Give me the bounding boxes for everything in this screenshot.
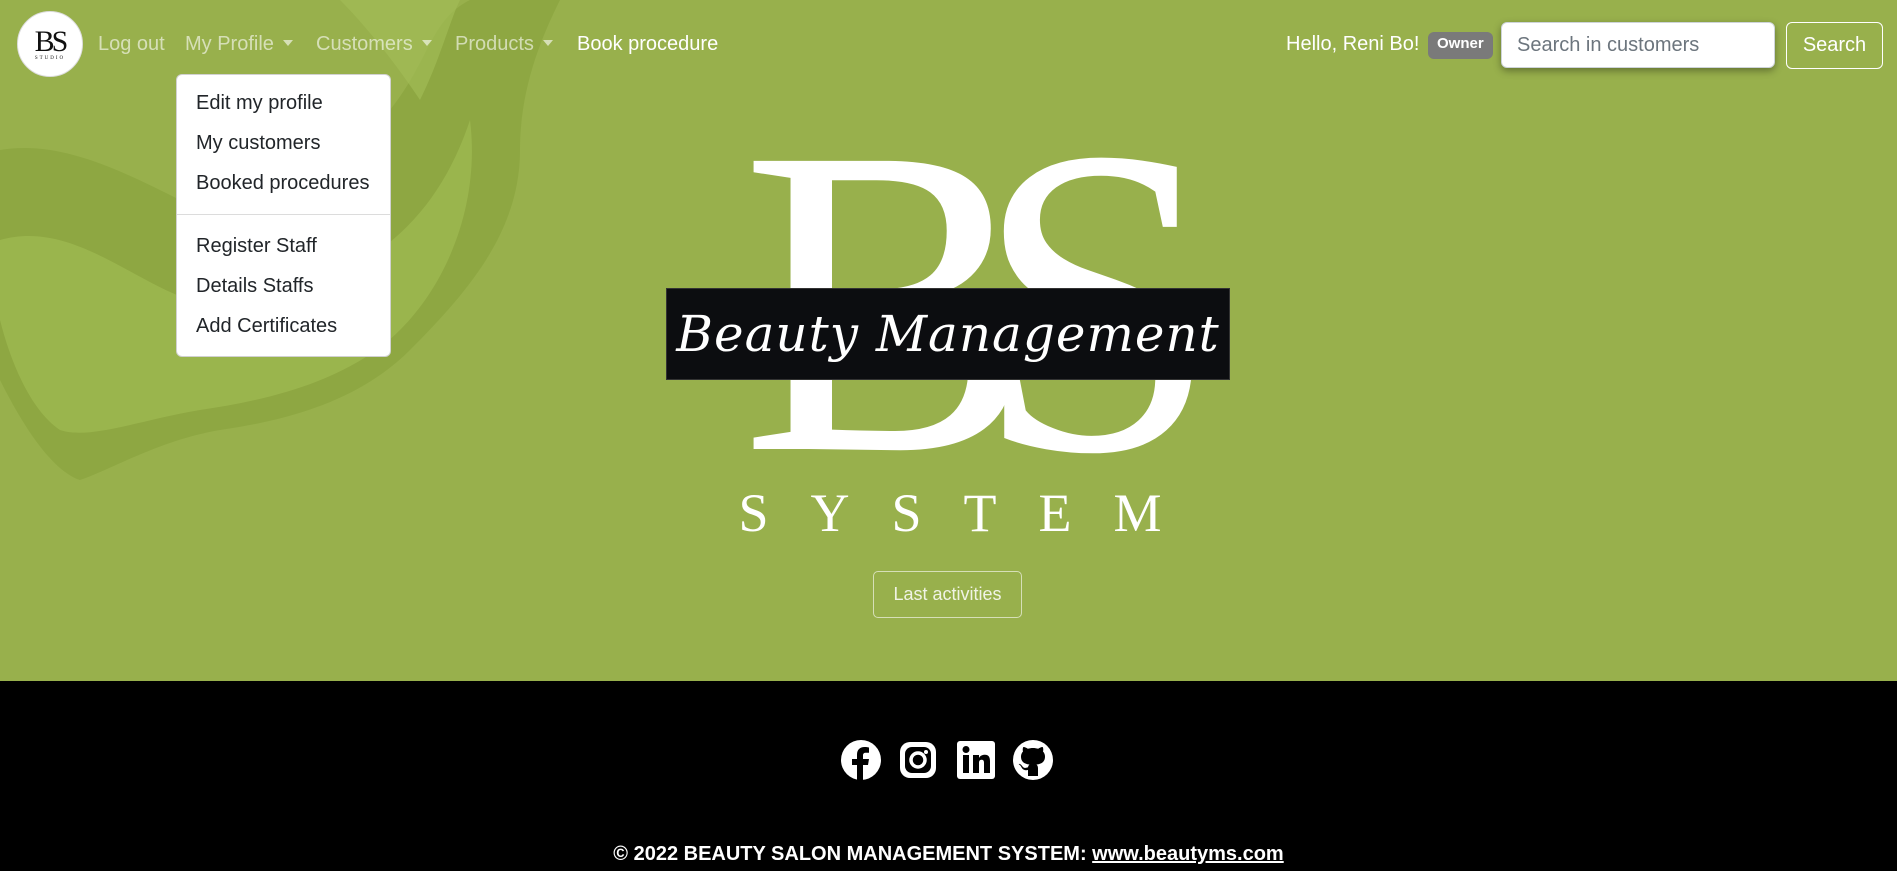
nav-products-label: Products [455,33,534,55]
last-activities-button[interactable]: Last activities [873,571,1022,618]
github-icon[interactable] [1013,740,1053,780]
brand-logo[interactable]: BS STUDIO [17,11,83,77]
footer: © 2022 BEAUTY SALON MANAGEMENT SYSTEM: w… [0,681,1897,871]
profile-dropdown-menu: Edit my profile My customers Booked proc… [176,74,391,357]
nav-customers[interactable]: Customers [316,33,432,56]
menu-item-booked-procedures[interactable]: Booked procedures [177,163,390,203]
brand-logo-subtext: STUDIO [34,55,66,61]
brand-logo-text: BS [34,24,69,58]
menu-item-my-customers[interactable]: My customers [177,123,390,163]
chevron-down-icon [282,40,293,46]
facebook-icon[interactable] [841,740,881,780]
linkedin-icon[interactable] [956,740,996,780]
logo-band: Beauty Management [666,288,1230,380]
copyright-text: © 2022 BEAUTY SALON MANAGEMENT SYSTEM: w… [0,843,1897,866]
menu-item-edit-profile[interactable]: Edit my profile [177,83,390,123]
hero-logo: BS Beauty Management SYSTEM [660,82,1240,552]
website-link[interactable]: www.beautyms.com [1092,843,1284,865]
chevron-down-icon [542,40,553,46]
nav-customers-label: Customers [316,33,413,55]
user-greeting: Hello, Reni Bo! [1286,33,1420,55]
menu-item-add-certificates[interactable]: Add Certificates [177,306,390,346]
menu-divider [177,214,390,215]
nav-products[interactable]: Products [455,33,553,56]
nav-my-profile-label: My Profile [185,33,274,55]
logo-script-text: Beauty Management [676,305,1220,363]
search-input[interactable] [1501,22,1775,68]
instagram-icon[interactable] [898,740,938,780]
role-badge: Owner [1428,32,1493,59]
nav-my-profile[interactable]: My Profile [185,33,293,56]
menu-item-details-staffs[interactable]: Details Staffs [177,266,390,306]
menu-item-register-staff[interactable]: Register Staff [177,226,390,266]
logo-system-text: SYSTEM [738,483,1204,543]
copyright-prefix: © 2022 BEAUTY SALON MANAGEMENT SYSTEM: [613,843,1093,865]
search-button[interactable]: Search [1786,22,1883,69]
chevron-down-icon [421,40,432,46]
nav-book-procedure[interactable]: Book procedure [577,33,718,56]
nav-logout[interactable]: Log out [98,33,165,56]
